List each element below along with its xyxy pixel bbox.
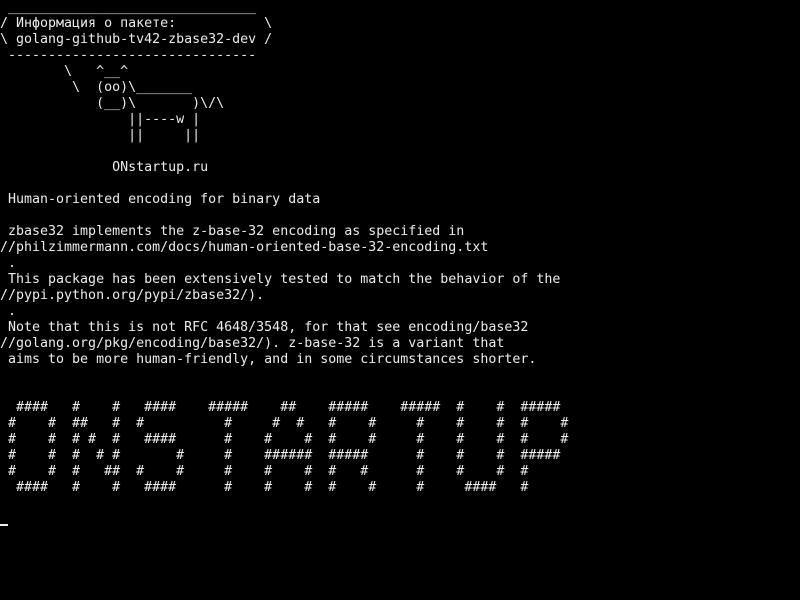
terminal-line: _______________________________ <box>0 0 257 15</box>
terminal-line: \ ^__^ <box>0 64 129 79</box>
terminal-line: # # # ## # # # # # # # # # # # <box>0 464 529 479</box>
terminal-screen[interactable]: _______________________________ / Информа… <box>0 0 800 600</box>
terminal-line: Human-oriented encoding for binary data <box>0 192 321 207</box>
terminal-line: aims to be more human-friendly, and in s… <box>0 352 537 367</box>
terminal-line: \ (oo)\_______ <box>0 80 193 95</box>
terminal-line: #### # # #### # # # # # # #### # <box>0 480 529 495</box>
terminal-line: zbase32 implements the z-base-32 encodin… <box>0 224 465 239</box>
terminal-line: / Информация о пакете: \ <box>0 16 273 31</box>
terminal-line: (__)\ )\/\ <box>0 96 225 111</box>
terminal-line: ONstartup.ru <box>0 160 209 175</box>
terminal-line: # # # # # #### # # # # # # # # # # <box>0 432 569 447</box>
terminal-line: # # ## # # # # # # # # # # # # <box>0 416 569 431</box>
terminal-line: || || <box>0 128 201 143</box>
terminal-line: . <box>0 304 17 319</box>
terminal-line: ------------------------------- <box>0 48 257 63</box>
terminal-line: \ golang-github-tv42-zbase32-dev / <box>0 32 273 47</box>
terminal-line: # # # # # # # ###### ##### # # # ##### <box>0 448 561 463</box>
terminal-line: //philzimmermann.com/docs/human-oriented… <box>0 240 489 255</box>
terminal-output: _______________________________ / Информа… <box>0 0 800 496</box>
terminal-line: Note that this is not RFC 4648/3548, for… <box>0 320 529 335</box>
terminal-line: ||----w | <box>0 112 201 127</box>
terminal-line: #### # # #### ##### ## ##### ##### # # #… <box>0 400 561 415</box>
terminal-line: This package has been extensively tested… <box>0 272 561 287</box>
terminal-cursor <box>0 524 8 526</box>
terminal-line: //golang.org/pkg/encoding/base32/). z-ba… <box>0 336 505 351</box>
terminal-line: . <box>0 256 17 271</box>
terminal-line: //pypi.python.org/pypi/zbase32/). <box>0 288 265 303</box>
